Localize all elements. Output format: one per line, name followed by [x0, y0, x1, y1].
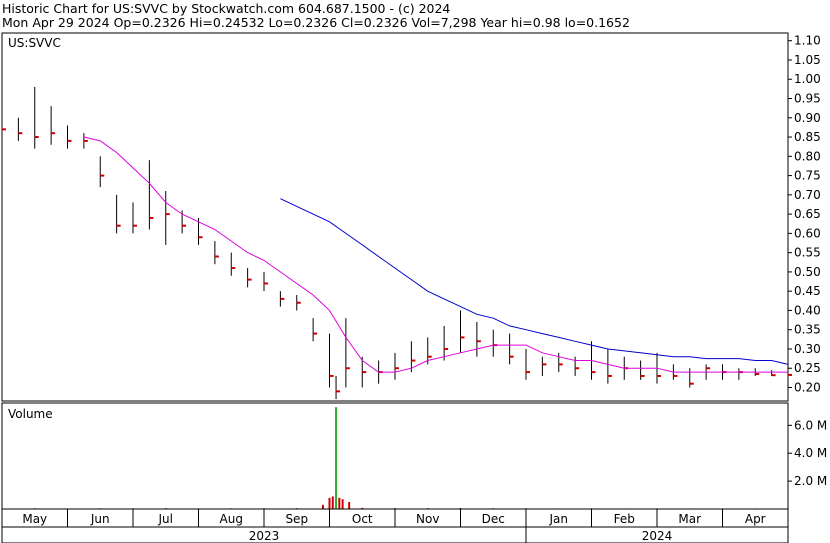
month-label: Aug — [220, 512, 243, 526]
volume-bar — [328, 497, 331, 509]
price-tick-label: 0.30 — [794, 342, 821, 356]
month-label: Jan — [549, 512, 569, 526]
month-label: Dec — [482, 512, 505, 526]
month-label: Jun — [90, 512, 110, 526]
volume-tick-label: 2.0 M — [794, 474, 827, 488]
price-frame — [1, 32, 789, 402]
price-tick-label: 1.05 — [794, 53, 821, 67]
volume-frame — [1, 402, 789, 510]
price-tick-label: 0.20 — [794, 381, 821, 395]
moving-average-long — [280, 198, 789, 365]
price-tick-label: 0.25 — [794, 361, 821, 375]
month-label: May — [22, 512, 47, 526]
chart-header-line2: Mon Apr 29 2024 Op=0.2326 Hi=0.24532 Lo=… — [2, 15, 630, 30]
price-panel: US:SVVC 1.10 1.05 1.00 0.95 0.90 0.85 0.80 0.75 0… — [1, 32, 821, 402]
month-label: Sep — [285, 512, 308, 526]
price-tick-label: 0.65 — [794, 207, 821, 221]
price-tick-label: 0.70 — [794, 188, 821, 202]
month-label: Feb — [614, 512, 635, 526]
price-tick-label: 0.95 — [794, 92, 821, 106]
chart-header-line1: Historic Chart for US:SVVC by Stockwatch… — [2, 1, 450, 16]
price-tick-label: 0.50 — [794, 265, 821, 279]
year-label: 2023 — [249, 529, 280, 543]
month-label: Apr — [745, 512, 766, 526]
volume-bar — [341, 499, 344, 509]
price-tick-label: 0.85 — [794, 130, 821, 144]
price-tick-label: 0.40 — [794, 303, 821, 317]
volume-tick-label: 4.0 M — [794, 446, 827, 460]
volume-panel: Volume 6.0 M 4.0 M 2.0 M — [1, 402, 827, 510]
volume-bar — [331, 496, 334, 509]
price-tick-label: 1.00 — [794, 72, 821, 86]
price-tick-label: 0.80 — [794, 149, 821, 163]
price-tick-label: 1.10 — [794, 34, 821, 48]
price-tick-label: 0.45 — [794, 284, 821, 298]
symbol-label: US:SVVC — [8, 36, 61, 50]
x-axis: May Jun Jul Aug Sep Oct Nov Dec Jan Feb Mar Apr 2023… — [1, 508, 789, 543]
volume-bar — [321, 504, 324, 509]
month-label: Nov — [416, 512, 439, 526]
volume-bar — [335, 407, 338, 509]
price-tick-label: 0.90 — [794, 111, 821, 125]
moving-average-short — [83, 136, 788, 373]
volume-bar — [338, 497, 341, 509]
volume-tick-label: 6.0 M — [794, 418, 827, 432]
price-tick-label: 0.75 — [794, 169, 821, 183]
month-label: Mar — [678, 512, 701, 526]
price-tick-label: 0.60 — [794, 226, 821, 240]
month-label: Jul — [158, 512, 173, 526]
year-label: 2024 — [642, 529, 673, 543]
volume-bar — [348, 502, 351, 509]
price-tick-label: 0.35 — [794, 323, 821, 337]
price-tick-label: 0.55 — [794, 246, 821, 260]
stock-chart: Historic Chart for US:SVVC by Stockwatch… — [1, 1, 827, 543]
volume-title: Volume — [8, 407, 53, 421]
month-label: Oct — [352, 512, 373, 526]
